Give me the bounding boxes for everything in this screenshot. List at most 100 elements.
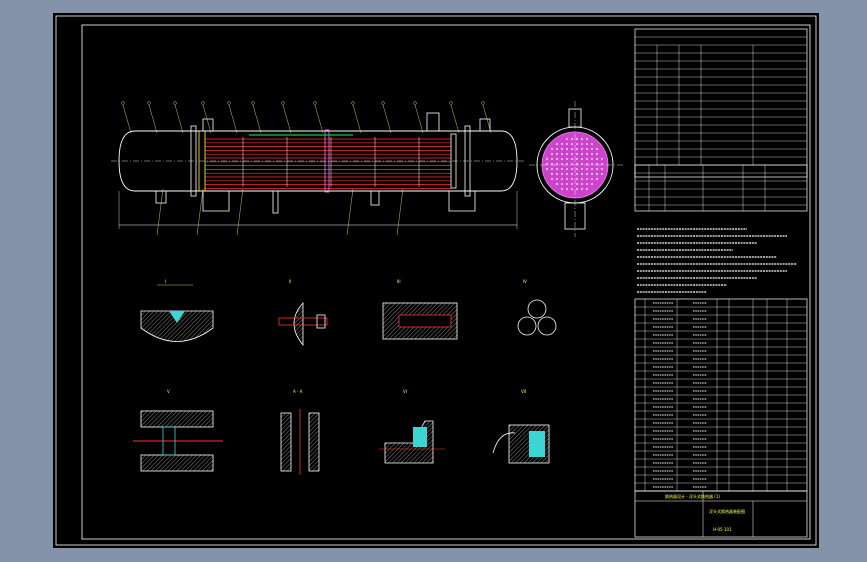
leader-line bbox=[346, 188, 354, 236]
tube-hole bbox=[556, 183, 558, 185]
part-balloon bbox=[227, 101, 231, 105]
tube-hole bbox=[561, 178, 563, 180]
tube-hole bbox=[561, 143, 563, 145]
tube-hole bbox=[601, 163, 603, 165]
tube-hole bbox=[561, 158, 563, 160]
part-leaders bbox=[121, 101, 492, 236]
design-data-table bbox=[634, 28, 808, 212]
tube-hole bbox=[571, 183, 573, 185]
tube-hole bbox=[581, 188, 583, 190]
tube-hole bbox=[571, 153, 573, 155]
tube-hole bbox=[581, 143, 583, 145]
tube-hole bbox=[566, 158, 568, 160]
tube-hole bbox=[546, 163, 548, 165]
detail-4: IV bbox=[517, 279, 557, 336]
detail-1: I bbox=[140, 279, 214, 342]
leader-line bbox=[282, 104, 292, 134]
tube-hole bbox=[601, 158, 603, 160]
tube-hole bbox=[551, 153, 553, 155]
tube-hole bbox=[591, 173, 593, 175]
tube-hole bbox=[551, 178, 553, 180]
title-block-line3: H-05-101 bbox=[713, 527, 732, 532]
detail-6-plate-right bbox=[308, 412, 320, 472]
tube-hole bbox=[556, 168, 558, 170]
tube-hole bbox=[576, 143, 578, 145]
tube-hole bbox=[566, 178, 568, 180]
tube-hole bbox=[571, 168, 573, 170]
tube-hole bbox=[601, 173, 603, 175]
tube-hole bbox=[556, 148, 558, 150]
tube-hole bbox=[566, 138, 568, 140]
top-nozzle-head bbox=[479, 118, 491, 132]
tube-hole bbox=[586, 138, 588, 140]
tube-hole bbox=[566, 173, 568, 175]
tube-hole bbox=[596, 178, 598, 180]
engineering-drawing: I II III IV V A - A VI VII 换热器设计 - 浮头式换热… bbox=[55, 15, 817, 546]
tube-hole bbox=[551, 148, 553, 150]
part-balloon bbox=[251, 101, 255, 105]
tube-hole bbox=[581, 148, 583, 150]
tube-hole bbox=[576, 168, 578, 170]
tube-hole bbox=[581, 178, 583, 180]
tube-hole bbox=[591, 153, 593, 155]
tube-hole bbox=[591, 158, 593, 160]
tube-hole bbox=[576, 178, 578, 180]
leader-line bbox=[148, 104, 158, 134]
saddle-right bbox=[448, 191, 476, 212]
tube-hole bbox=[571, 158, 573, 160]
tube-hole bbox=[561, 153, 563, 155]
nozzle-table-rows bbox=[635, 165, 807, 211]
tube-hole bbox=[546, 158, 548, 160]
bottom-nozzle-shell bbox=[370, 190, 380, 206]
tube-hole bbox=[551, 163, 553, 165]
part-balloon bbox=[449, 101, 453, 105]
detail-8: VII bbox=[492, 389, 550, 464]
leader-line bbox=[196, 188, 204, 236]
tube-hole bbox=[586, 178, 588, 180]
tube-hole bbox=[596, 158, 598, 160]
detail-7: VI bbox=[379, 389, 445, 464]
tube-hole bbox=[591, 148, 593, 150]
tube-hole bbox=[576, 138, 578, 140]
detail-8-insert bbox=[529, 431, 545, 457]
tube-hole bbox=[571, 178, 573, 180]
design-data-rows bbox=[635, 36, 807, 166]
tube-hole bbox=[576, 148, 578, 150]
tube-hole bbox=[586, 148, 588, 150]
detail-2: II bbox=[278, 279, 328, 347]
leader-line bbox=[314, 104, 324, 134]
leader-line bbox=[252, 104, 262, 134]
tube-hole bbox=[581, 183, 583, 185]
detail-6-label: A - A bbox=[293, 389, 303, 394]
detail-views: I II III IV V A - A VI VII bbox=[133, 279, 557, 475]
tube-hole bbox=[586, 168, 588, 170]
tube-hole bbox=[581, 158, 583, 160]
tube-hole bbox=[561, 168, 563, 170]
tube-hole bbox=[566, 163, 568, 165]
tube-hole bbox=[551, 158, 553, 160]
tube-hole bbox=[586, 188, 588, 190]
tube-hole bbox=[556, 158, 558, 160]
part-balloon bbox=[201, 101, 205, 105]
detail-4-tube-c bbox=[537, 316, 557, 336]
tube-hole bbox=[586, 158, 588, 160]
tube-hole bbox=[586, 173, 588, 175]
title-block-line1: 换热器设计 - 浮头式换热器 (1) bbox=[665, 493, 720, 499]
tube-hole bbox=[576, 188, 578, 190]
tube-hole bbox=[571, 138, 573, 140]
leader-line bbox=[228, 104, 238, 134]
main-elevation-view bbox=[111, 101, 525, 236]
tube-hole bbox=[551, 168, 553, 170]
tube-hole bbox=[591, 168, 593, 170]
leader-line bbox=[236, 188, 244, 236]
part-balloon bbox=[147, 101, 151, 105]
detail-4-tube-a bbox=[527, 299, 547, 319]
tube-hole bbox=[561, 163, 563, 165]
top-nozzle-shell bbox=[426, 112, 440, 132]
tube-hole bbox=[591, 163, 593, 165]
part-balloon bbox=[481, 101, 485, 105]
top-nozzle-channel bbox=[202, 118, 214, 132]
detail-3: III bbox=[382, 279, 458, 340]
tube-hole bbox=[576, 158, 578, 160]
part-balloon bbox=[381, 101, 385, 105]
